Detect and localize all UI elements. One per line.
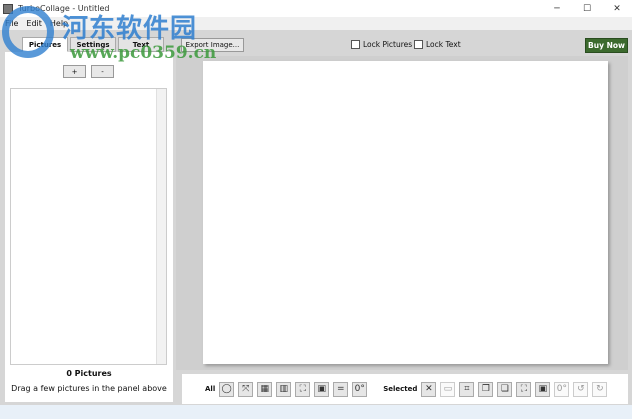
sel-fit-button[interactable]: ⛶ xyxy=(516,381,532,397)
buy-now-button[interactable]: Buy Now xyxy=(585,38,628,53)
minimize-button[interactable]: ─ xyxy=(542,0,572,17)
all-grid-button[interactable]: ▦ xyxy=(257,381,273,397)
sel-image-button[interactable]: ▭ xyxy=(440,381,456,397)
sel-crop-button[interactable]: ⌗ xyxy=(459,381,475,397)
fit-icon: ⛶ xyxy=(299,384,306,394)
close-button[interactable]: ✕ xyxy=(602,0,632,17)
shuffle-icon: ◯ xyxy=(221,384,232,394)
crop-icon: ⌗ xyxy=(464,384,470,394)
fill-icon: ▣ xyxy=(538,384,548,394)
all-rotate-zero-button[interactable]: 0° xyxy=(352,381,368,397)
lock-pictures-checkbox[interactable]: Lock Pictures xyxy=(351,40,412,49)
remove-picture-button[interactable]: - xyxy=(91,65,114,78)
expand-icon: ⤧ xyxy=(242,384,250,394)
image-icon: ▭ xyxy=(443,384,453,394)
selected-label: Selected xyxy=(383,385,418,393)
drag-hint: Drag a few pictures in the panel above xyxy=(11,384,167,393)
delete-icon: ✕ xyxy=(425,384,433,394)
rotate-zero-icon: 0° xyxy=(354,384,365,394)
list-scrollbar[interactable] xyxy=(156,89,166,364)
layout-icon: ▥ xyxy=(279,384,288,394)
bring-front-icon: ❐ xyxy=(481,384,490,394)
sel-rotate-right-button[interactable]: ↻ xyxy=(592,381,608,397)
all-layout-button[interactable]: ▥ xyxy=(276,381,292,397)
rotate-zero-icon: 0° xyxy=(556,384,568,394)
lock-pictures-label: Lock Pictures xyxy=(363,40,413,49)
add-picture-button[interactable]: + xyxy=(63,65,86,78)
lock-text-checkbox[interactable]: Lock Text xyxy=(414,40,461,49)
all-expand-button[interactable]: ⤧ xyxy=(238,381,254,397)
bottom-toolbar: All ◯ ⤧ ▦ ▥ ⛶ ▣ = 0° Selected ✕ ▭ ⌗ ❐ ❏ ⛶ ▣ 0° ↺ ↻ xyxy=(182,374,628,404)
status-strip xyxy=(0,405,632,419)
all-fit-button[interactable]: ⛶ xyxy=(295,381,311,397)
watermark-logo xyxy=(2,6,54,58)
maximize-button[interactable]: ☐ xyxy=(572,0,602,17)
all-fill-button[interactable]: ▣ xyxy=(314,381,330,397)
fill-icon: ▣ xyxy=(317,384,326,394)
collage-canvas[interactable] xyxy=(203,61,608,364)
picture-count: 0 Pictures xyxy=(66,369,112,378)
all-align-button[interactable]: = xyxy=(333,381,349,397)
rotate-left-icon: ↺ xyxy=(577,384,585,394)
sel-rotate-left-button[interactable]: ↺ xyxy=(573,381,589,397)
grid-icon: ▦ xyxy=(260,384,269,394)
all-label: All xyxy=(205,385,216,393)
all-shuffle-button[interactable]: ◯ xyxy=(219,381,235,397)
sel-bring-front-button[interactable]: ❐ xyxy=(478,381,494,397)
sel-send-back-button[interactable]: ❏ xyxy=(497,381,513,397)
watermark-url: www.pc0359.cn xyxy=(70,43,217,63)
align-icon: = xyxy=(336,384,345,394)
sel-fill-button[interactable]: ▣ xyxy=(535,381,551,397)
picture-list[interactable] xyxy=(10,88,167,365)
lock-text-label: Lock Text xyxy=(426,40,461,49)
send-back-icon: ❏ xyxy=(500,384,509,394)
watermark-text: 河东软件园 xyxy=(62,14,198,44)
sel-delete-button[interactable]: ✕ xyxy=(421,381,437,397)
rotate-right-icon: ↻ xyxy=(596,384,604,394)
sel-rotate-zero-button[interactable]: 0° xyxy=(554,381,570,397)
fit-icon: ⛶ xyxy=(520,384,528,394)
